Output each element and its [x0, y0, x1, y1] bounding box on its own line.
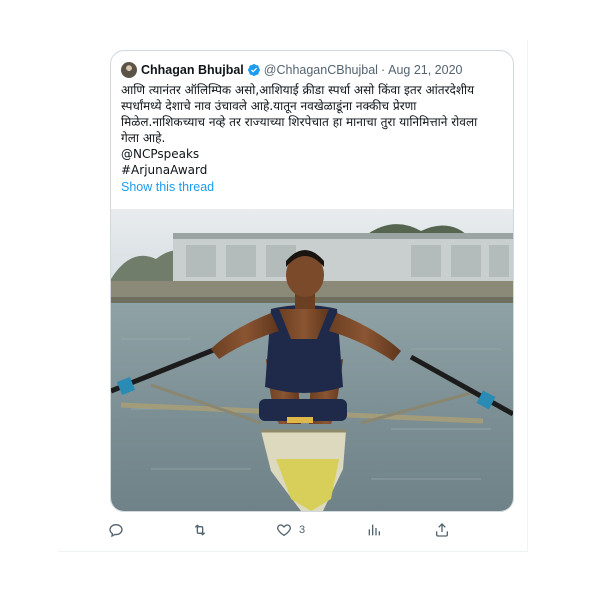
reply-button[interactable] — [108, 520, 124, 540]
share-icon — [436, 523, 448, 537]
share-button[interactable] — [434, 520, 450, 540]
text-line: गेला आहे. — [121, 131, 166, 145]
author-avatar[interactable] — [121, 62, 137, 78]
tweet-action-bar: 3 — [108, 518, 478, 542]
views-bar-chart-icon — [368, 524, 380, 536]
reply-icon — [109, 523, 123, 538]
heart-icon — [277, 524, 291, 537]
quoted-tweet-text: आणि त्यानंतर ऑलिम्पिक असो,आशियाई क्रीडा … — [121, 82, 511, 178]
like-button[interactable]: 3 — [276, 520, 305, 540]
views-button[interactable] — [366, 520, 382, 540]
text-line: मिळेल.नाशिकच्याच नव्हे तर राज्याच्या शिर… — [121, 115, 478, 129]
show-thread-link[interactable]: Show this thread — [121, 180, 214, 194]
verified-badge-icon — [247, 64, 260, 76]
separator-dot: · — [380, 63, 386, 77]
author-name[interactable]: Chhagan Bhujbal — [141, 63, 244, 77]
quoted-tweet-header: Chhagan Bhujbal @ChhaganCBhujbal · Aug 2… — [121, 61, 511, 79]
quoted-tweet-card[interactable]: Chhagan Bhujbal @ChhaganCBhujbal · Aug 2… — [110, 50, 514, 512]
retweet-icon — [194, 524, 206, 536]
text-line: आणि त्यानंतर ऑलिम्पिक असो,आशियाई क्रीडा … — [121, 83, 475, 97]
text-line: स्पर्धांमध्ये देशाचे नाव उंचावले आहे.यात… — [121, 99, 417, 113]
tweet-photo[interactable] — [111, 209, 513, 511]
hashtag-link[interactable]: #ArjunaAward — [121, 162, 511, 178]
author-handle[interactable]: @ChhaganCBhujbal — [264, 63, 378, 77]
tweet-date[interactable]: Aug 21, 2020 — [388, 63, 462, 77]
like-count: 3 — [299, 524, 306, 536]
rower-photo — [111, 209, 513, 511]
mention-link[interactable]: @NCPspeaks — [121, 146, 511, 162]
retweet-button[interactable] — [192, 520, 208, 540]
